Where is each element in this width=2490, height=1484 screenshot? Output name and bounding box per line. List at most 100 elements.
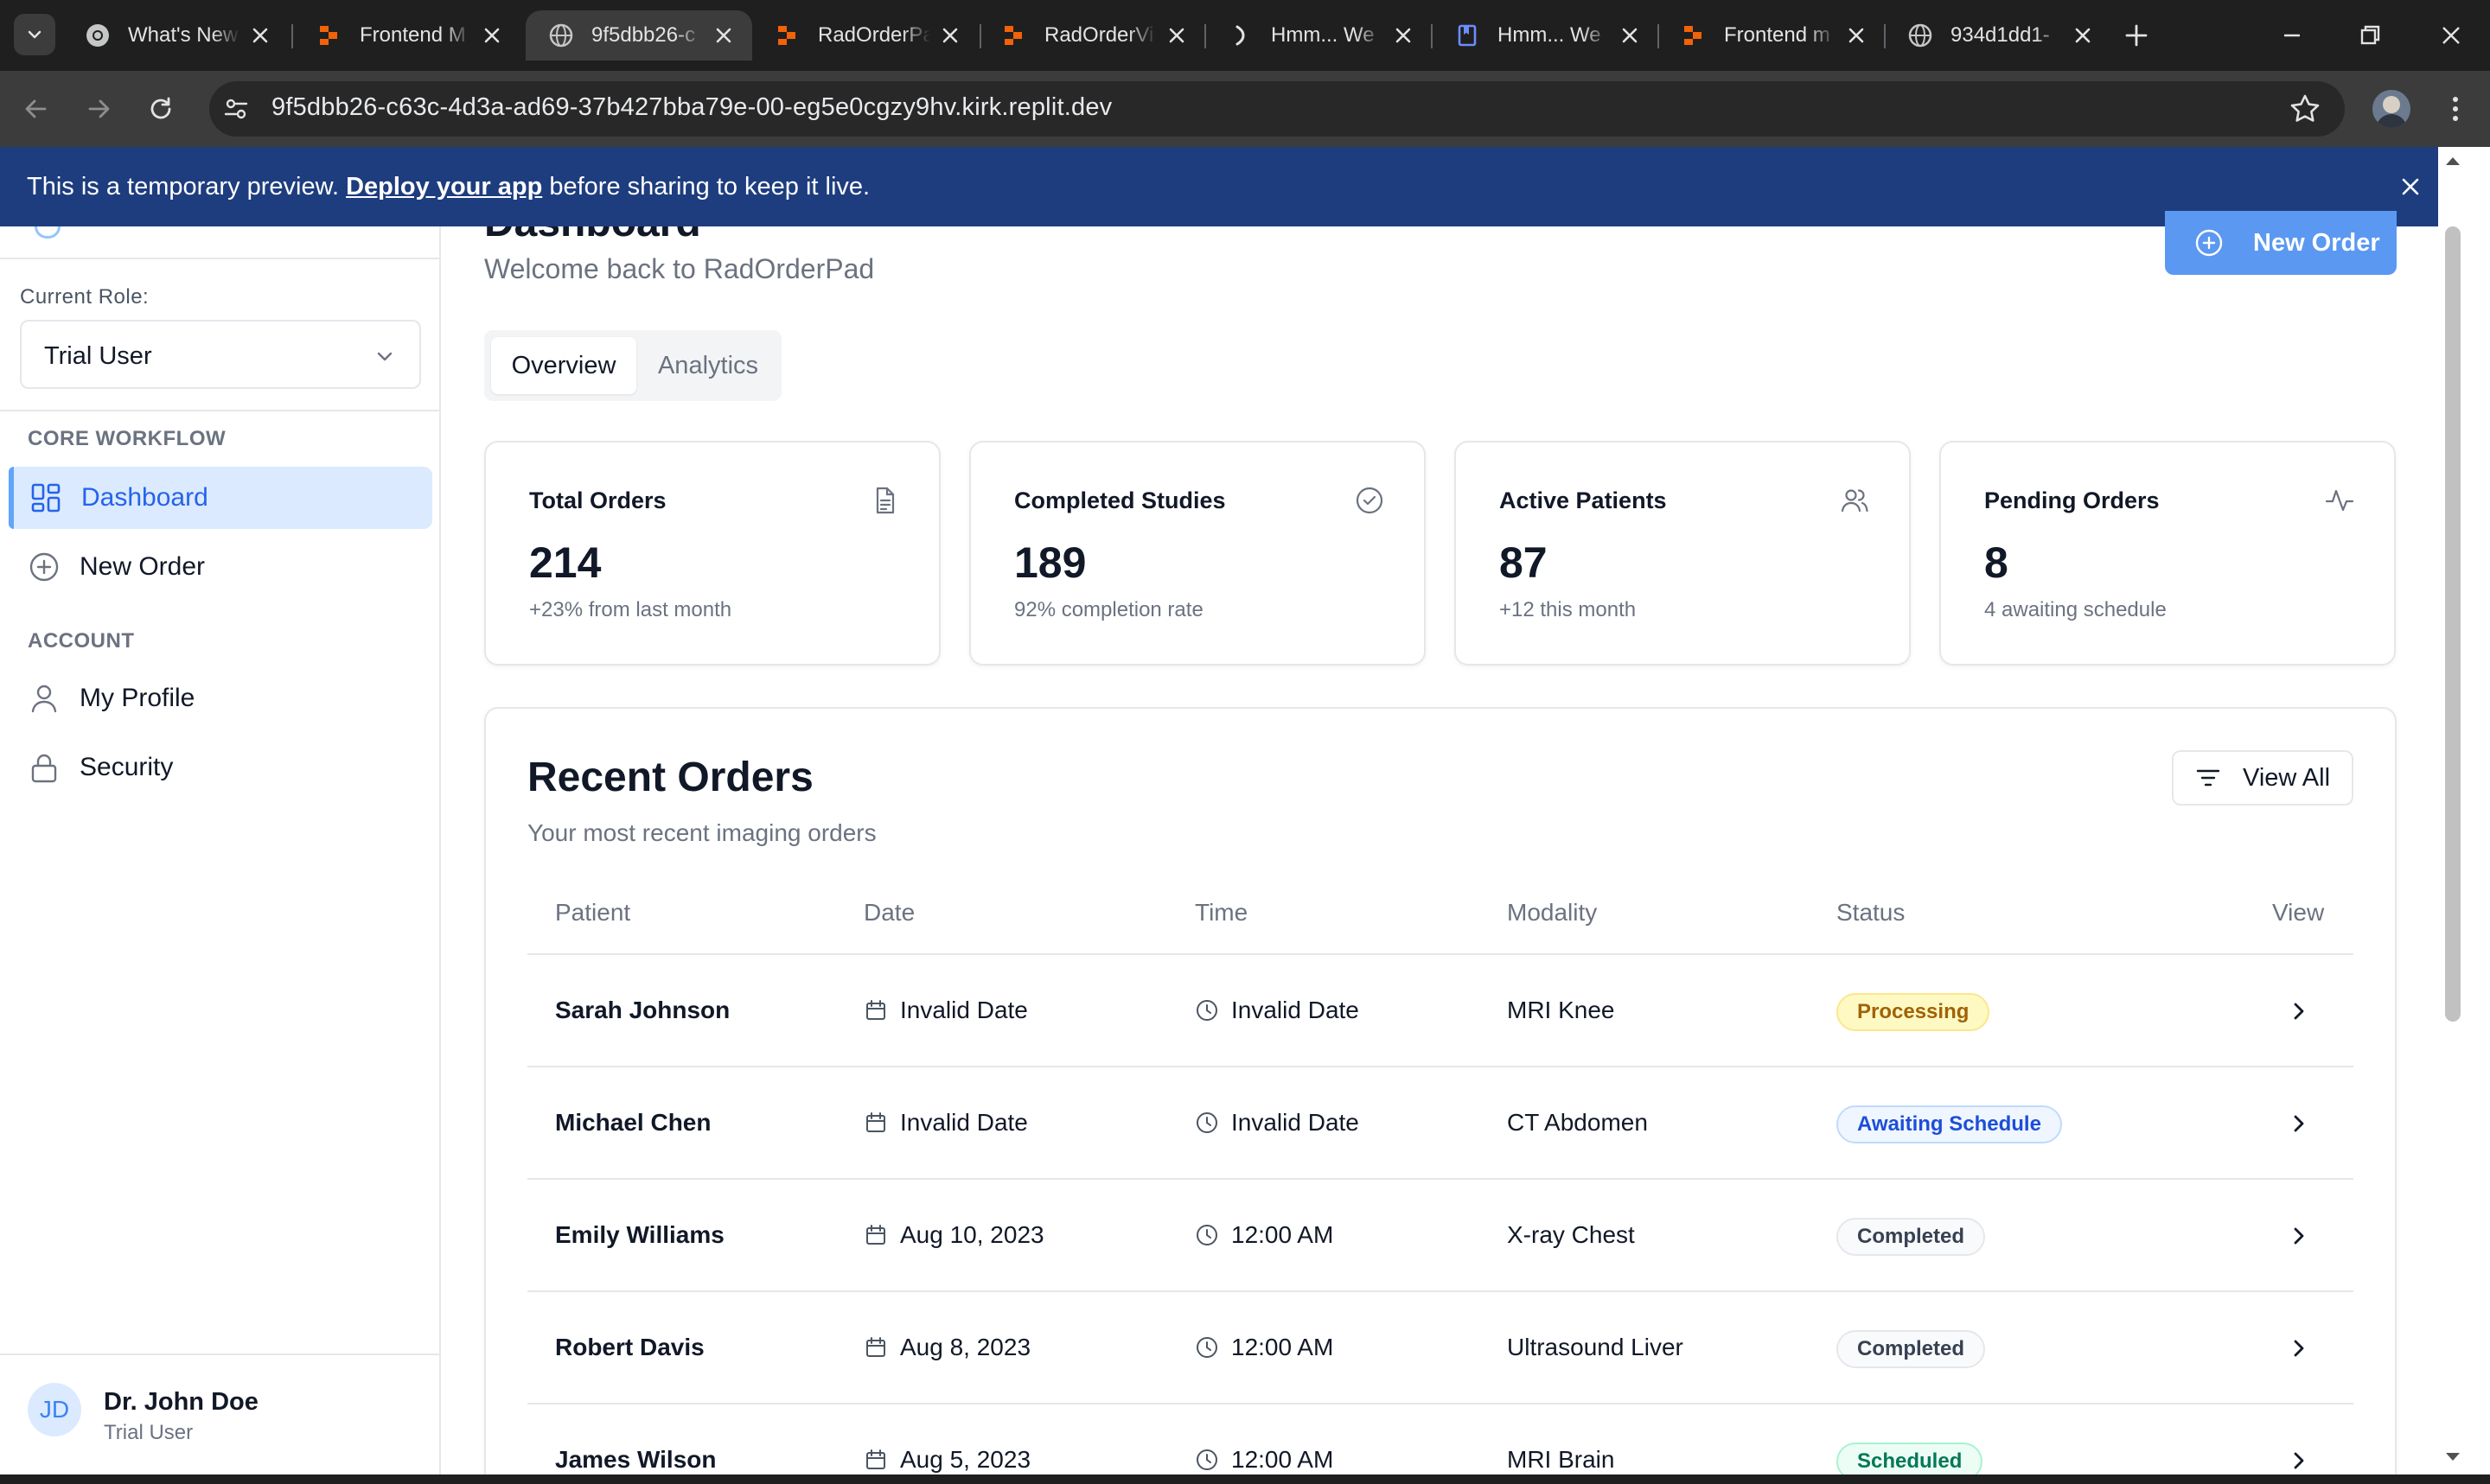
avatar[interactable]: JD <box>28 1383 81 1436</box>
plus-circle-icon <box>2195 229 2223 257</box>
table-row[interactable]: Sarah Johnson Invalid Date Invalid Date … <box>527 953 2353 1066</box>
chevron-right-icon[interactable] <box>2286 1335 2312 1361</box>
view-tabs: Overview Analytics <box>484 330 782 401</box>
minimize-icon[interactable] <box>2277 21 2307 50</box>
calendar-icon <box>866 1225 885 1245</box>
stat-title: Completed Studies <box>1014 487 1226 513</box>
table-row[interactable]: James Wilson Aug 5, 2023 12:00 AM MRI Br… <box>527 1403 2353 1478</box>
filter-icon <box>2196 769 2220 787</box>
close-icon[interactable] <box>1617 22 1643 48</box>
close-icon[interactable] <box>1390 22 1416 48</box>
banner-prefix: This is a temporary preview. <box>27 173 340 201</box>
doc-icon <box>1454 22 1480 48</box>
activity-icon <box>2325 489 2354 512</box>
more-menu-icon[interactable] <box>2438 92 2473 126</box>
avatar-initials: JD <box>39 1396 70 1423</box>
browser-tab-5[interactable]: RadOrderVi <box>979 10 1205 61</box>
sidebar-item-dashboard[interactable]: Dashboard <box>9 467 432 529</box>
close-icon[interactable] <box>1164 22 1190 48</box>
window-close-icon[interactable] <box>2436 21 2466 50</box>
site-info-icon[interactable] <box>221 94 251 124</box>
time-text: 12:00 AM <box>1231 1446 1334 1473</box>
tab-title: Hmm... We <box>1271 23 1375 47</box>
file-icon <box>876 487 895 514</box>
restore-icon[interactable] <box>2355 21 2385 50</box>
role-select[interactable]: Trial User <box>20 320 421 389</box>
browser-tab-6[interactable]: Hmm... We <box>1205 10 1432 61</box>
tab-title: RadOrderPa <box>818 23 930 47</box>
stat-value: 8 <box>1984 538 2008 587</box>
date-text: Invalid Date <box>900 997 1028 1023</box>
page-subtitle: Welcome back to RadOrderPad <box>484 253 875 284</box>
date-text: Aug 5, 2023 <box>900 1446 1031 1473</box>
replit-icon <box>316 22 342 48</box>
table-row[interactable]: Robert Davis Aug 8, 2023 12:00 AM Ultras… <box>527 1290 2353 1403</box>
close-icon[interactable] <box>2070 22 2096 48</box>
chevron-right-icon[interactable] <box>2286 998 2312 1024</box>
modality: Ultrasound Liver <box>1507 1334 1683 1360</box>
order-date: Aug 10, 2023 <box>864 1221 1044 1249</box>
browser-tab-8[interactable]: Frontend m <box>1658 10 1885 61</box>
scroll-up-arrow-icon[interactable] <box>2443 154 2462 168</box>
view-all-button[interactable]: View All <box>2172 750 2353 806</box>
clock-icon <box>1197 1112 1217 1133</box>
plus-circle-icon <box>29 552 59 582</box>
patient-name: Sarah Johnson <box>555 997 731 1023</box>
new-tab-plus-icon[interactable] <box>2122 21 2151 50</box>
bookmark-star-icon[interactable] <box>2288 92 2322 126</box>
replit-icon <box>1001 22 1027 48</box>
close-icon[interactable] <box>937 22 963 48</box>
sidebar-item-label: New Order <box>80 552 206 581</box>
table-row[interactable]: Michael Chen Invalid Date Invalid Date C… <box>527 1066 2353 1178</box>
close-icon[interactable] <box>479 22 505 48</box>
close-icon[interactable] <box>1843 22 1869 48</box>
tab-label: Overview <box>511 351 616 379</box>
banner-close-icon[interactable] <box>2397 173 2424 201</box>
clock-icon <box>1197 1000 1217 1021</box>
back-icon[interactable] <box>21 93 52 124</box>
scroll-down-arrow-icon[interactable] <box>2443 1450 2462 1464</box>
close-icon[interactable] <box>711 22 737 48</box>
stat-card-pending-orders: Pending Orders 8 4 awaiting schedule <box>1939 441 2396 666</box>
date-text: Aug 10, 2023 <box>900 1221 1044 1248</box>
browser-tab-7[interactable]: Hmm... We <box>1432 10 1658 61</box>
chevron-right-icon[interactable] <box>2286 1111 2312 1137</box>
time-text: Invalid Date <box>1231 1109 1359 1136</box>
browser-tab-9[interactable]: 934d1dd1- <box>1885 10 2111 61</box>
user-name: Dr. John Doe <box>104 1388 259 1416</box>
tab-analytics[interactable]: Analytics <box>643 337 773 394</box>
sidebar-item-security[interactable]: Security <box>9 736 432 799</box>
tab-title: 9f5dbb26-c <box>591 23 696 47</box>
reload-icon[interactable] <box>145 93 176 124</box>
chevron-right-icon[interactable] <box>2286 1223 2312 1249</box>
status-badge: Processing <box>1836 993 1990 1031</box>
column-header-patient: Patient <box>555 899 631 926</box>
tab-title: 934d1dd1- <box>1950 23 2050 47</box>
browser-tab-1[interactable]: What's New <box>62 10 289 61</box>
tab-title: What's New <box>128 23 239 47</box>
tab-overview[interactable]: Overview <box>491 337 636 394</box>
stat-value: 87 <box>1499 538 1548 587</box>
sidebar-item-my-profile[interactable]: My Profile <box>9 667 432 729</box>
forward-icon[interactable] <box>83 93 114 124</box>
section-heading-core-workflow: CORE WORKFLOW <box>28 427 227 450</box>
stat-subtext: +12 this month <box>1499 598 1637 621</box>
chevron-right-icon[interactable] <box>2286 1448 2312 1474</box>
profile-avatar[interactable] <box>2372 90 2410 128</box>
status-badge: Completed <box>1836 1330 1986 1368</box>
deploy-app-link[interactable]: Deploy your app <box>346 173 542 201</box>
table-row[interactable]: Emily Williams Aug 10, 2023 12:00 AM X-r… <box>527 1178 2353 1290</box>
sidebar: Current Role: Trial User CORE WORKFLOW D… <box>0 226 441 1478</box>
browser-tab-2[interactable]: Frontend M <box>294 10 520 61</box>
patient-name: James Wilson <box>555 1446 717 1473</box>
browser-tab-4[interactable]: RadOrderPa <box>752 10 979 61</box>
scrollbar-thumb[interactable] <box>2445 226 2461 1022</box>
calendar-icon <box>866 1000 885 1020</box>
close-icon[interactable] <box>247 22 273 48</box>
patient-name: Michael Chen <box>555 1109 712 1136</box>
new-order-button[interactable]: New Order <box>2165 211 2397 275</box>
tab-search-button[interactable] <box>14 14 55 55</box>
sidebar-item-label: Dashboard <box>81 483 208 512</box>
sidebar-item-new-order[interactable]: New Order <box>9 536 432 598</box>
browser-tab-3-active[interactable]: 9f5dbb26-c <box>526 10 752 61</box>
